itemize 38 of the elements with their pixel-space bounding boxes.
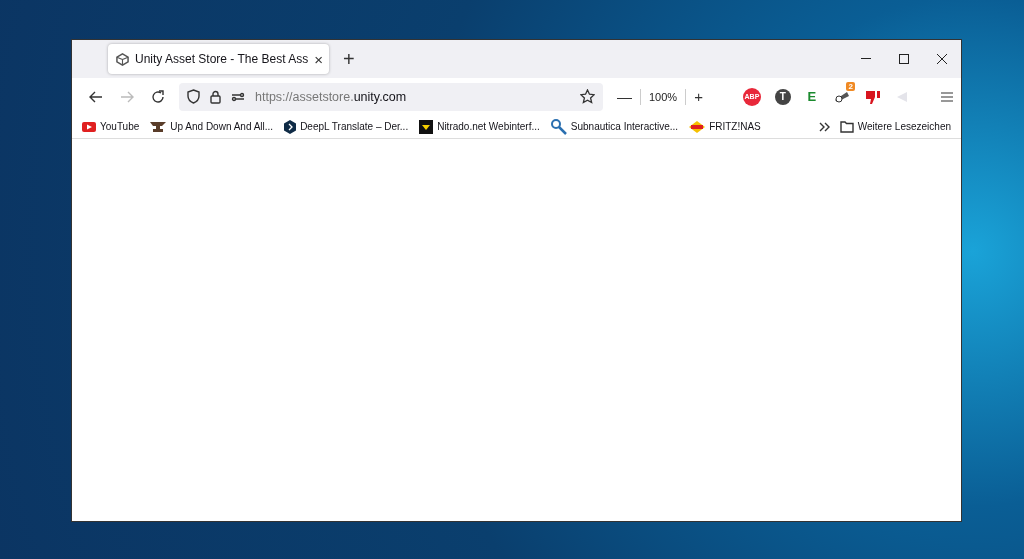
extension-button[interactable]: T	[774, 88, 791, 105]
arrow-down-icon	[419, 119, 434, 134]
lock-icon[interactable]	[210, 89, 221, 104]
maximize-icon[interactable]	[899, 54, 909, 64]
folder-icon	[839, 120, 854, 133]
cube-icon	[116, 52, 129, 66]
new-tab-button[interactable]: +	[342, 47, 355, 71]
bookmark-link[interactable]: Subnautica Interactive...	[570, 121, 679, 132]
extension-button[interactable]: E	[804, 88, 819, 105]
bookmark-link[interactable]: DeepL Translate – Der...	[300, 121, 409, 132]
tab-close-button[interactable]: ×	[314, 50, 323, 68]
shield-icon[interactable]	[187, 89, 200, 104]
bookmark-link[interactable]: YouTube	[100, 121, 140, 132]
browser-tab[interactable]: Unity Asset Store - The Best Ass ×	[108, 44, 329, 74]
address-bar[interactable]: https://assetstore.unity.com	[179, 82, 603, 111]
fritz-logo-icon	[689, 120, 706, 133]
thumbs-down-icon[interactable]	[864, 88, 881, 105]
bookmark-folder[interactable]: Weitere Lesezeichen	[857, 121, 951, 132]
bookmark-link[interactable]: Up And Down And All...	[170, 121, 274, 132]
url-text: https://assetstore.unity.com	[255, 89, 408, 104]
back-arrow-icon[interactable]	[88, 90, 103, 103]
bookmark-link[interactable]: Nitrado.net Webinterf...	[437, 121, 540, 132]
video-play-icon	[82, 121, 96, 132]
star-icon[interactable]	[580, 89, 595, 104]
menu-icon[interactable]	[941, 91, 953, 102]
chevron-icon[interactable]	[818, 121, 831, 132]
minimize-icon[interactable]	[861, 58, 871, 60]
close-icon[interactable]	[937, 54, 947, 64]
permissions-icon[interactable]	[231, 91, 245, 102]
zoom-in-button[interactable]: +	[694, 88, 703, 105]
anvil-icon	[150, 121, 167, 132]
count-badge: 2	[846, 81, 855, 91]
bookmark-link[interactable]: FRITZ!NAS	[709, 121, 761, 132]
zoom-level[interactable]: 100%	[649, 90, 678, 103]
reload-icon[interactable]	[150, 89, 165, 104]
hexagon-icon	[284, 119, 297, 134]
zoom-out-button[interactable]: —	[617, 88, 632, 105]
tab-title: Unity Asset Store - The Best Ass	[135, 52, 309, 66]
